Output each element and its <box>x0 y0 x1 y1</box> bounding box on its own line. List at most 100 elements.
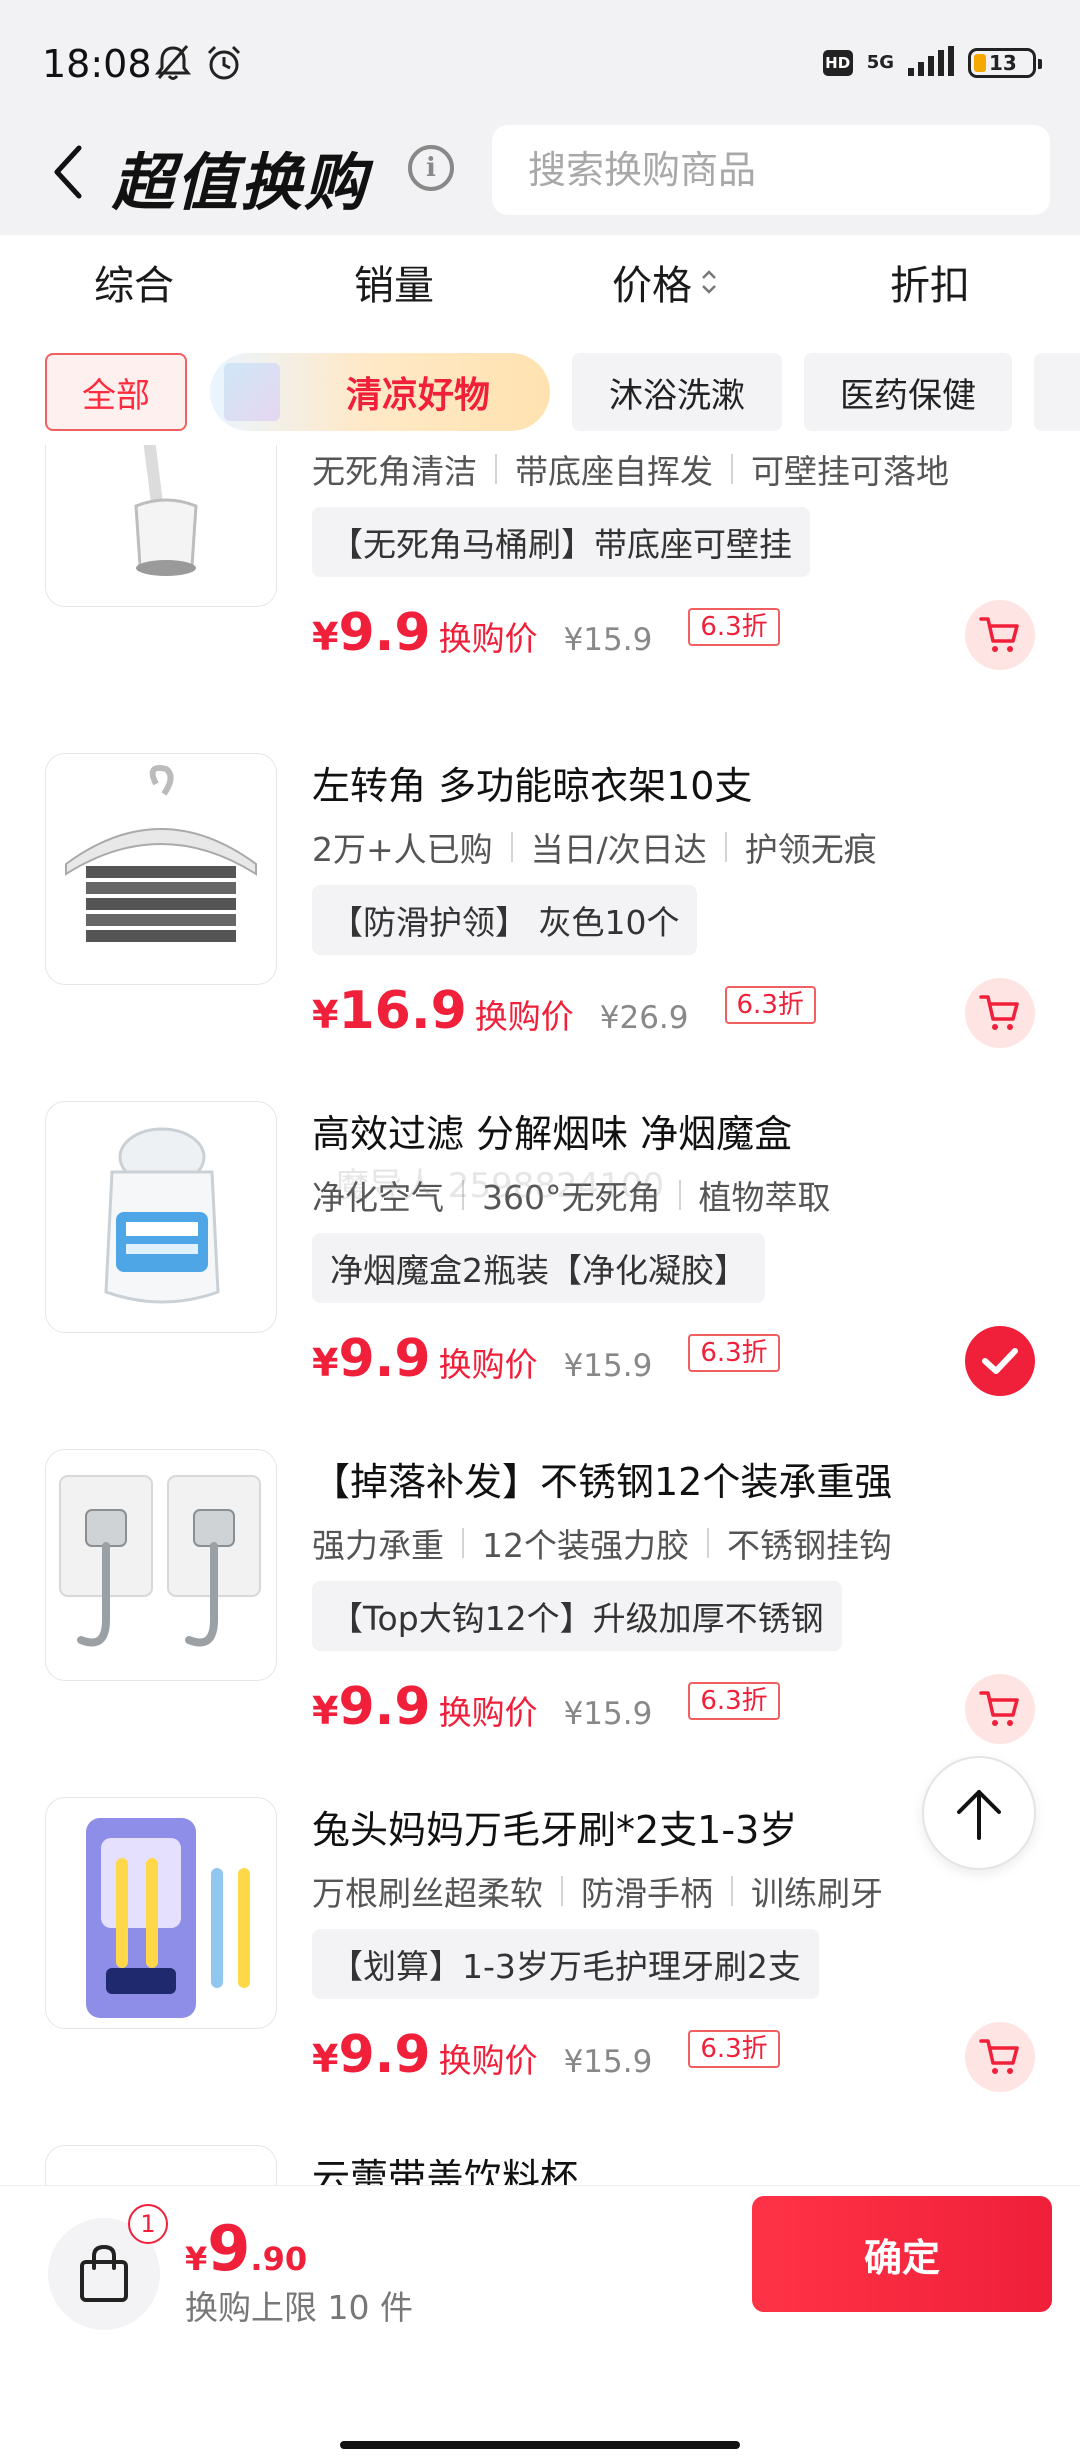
cup-image[interactable] <box>45 2145 277 2185</box>
add-to-cart-button[interactable] <box>965 978 1035 1048</box>
chip-label: 医药保健 <box>840 375 976 416</box>
checkmark-icon <box>982 1348 1018 1374</box>
sort-tab-comprehensive[interactable]: 综合 <box>94 253 174 311</box>
product-variant[interactable]: 【Top大钩12个】升级加厚不锈钢 <box>312 1581 842 1651</box>
price-label: 换购价 <box>438 2041 538 2080</box>
feature-text: 可壁挂可落地 <box>751 452 949 491</box>
currency-symbol: ¥ <box>185 2240 208 2278</box>
network-indicator: 5G <box>867 54 894 72</box>
chip-more[interactable] <box>1034 353 1080 431</box>
feature-text: 当日/次日达 <box>530 830 707 869</box>
header: 超值换购 i <box>0 110 1080 235</box>
product-features: 万根刷丝超柔软 防滑手柄 训练刷牙 <box>312 1867 883 1915</box>
product-title: 【掉落补发】不锈钢12个装承重强 <box>312 1460 893 1504</box>
status-icons-left <box>154 44 243 86</box>
toilet-brush-image[interactable] <box>45 445 277 607</box>
feature-text: 强力承重 <box>312 1526 444 1565</box>
product-variant[interactable]: 【防滑护领】 灰色10个 <box>312 885 698 955</box>
sort-tab-label: 价格 <box>612 263 692 309</box>
product-card[interactable]: 云蕾带盖饮料杯 <box>0 2145 1080 2185</box>
confirm-button[interactable]: 确定 <box>752 2196 1052 2312</box>
product-variant[interactable]: 【划算】1-3岁万毛护理牙刷2支 <box>312 1929 819 1999</box>
alarm-clock-icon <box>205 44 243 86</box>
search-box[interactable] <box>492 125 1050 215</box>
feature-text: 植物萃取 <box>698 1178 831 1217</box>
cart-icon <box>979 2039 1019 2074</box>
product-variant[interactable]: 【无死角马桶刷】带底座可壁挂 <box>312 507 810 577</box>
sort-bar: 综合 销量 价格 折扣 <box>0 235 1080 345</box>
price-label: 换购价 <box>438 619 538 658</box>
chip-health[interactable]: 医药保健 <box>804 353 1012 431</box>
product-price: ¥ 9.9 换购价 ¥15.9 6.3折 <box>312 1677 780 1737</box>
product-card[interactable]: 【掉落补发】不锈钢12个装承重强 强力承重 12个装强力胶 不锈钢挂钩 【Top… <box>0 1449 1080 1797</box>
hd-badge: HD <box>822 50 853 76</box>
total-decimal: .90 <box>250 2240 308 2278</box>
discount-badge: 6.3折 <box>724 986 816 1024</box>
product-price: ¥ 16.9 换购价 ¥26.9 6.3折 <box>312 981 816 1041</box>
toothbrush-image[interactable] <box>45 1797 277 2029</box>
arrow-up-icon <box>957 1790 1001 1840</box>
discount-badge: 6.3折 <box>688 1682 780 1720</box>
feature-text: 万根刷丝超柔软 <box>312 1874 543 1913</box>
add-to-cart-button[interactable] <box>965 2022 1035 2092</box>
sort-tab-label: 销量 <box>354 263 434 309</box>
chip-bath[interactable]: 沐浴洗漱 <box>572 353 782 431</box>
product-card[interactable]: 兔头妈妈万毛牙刷*2支1-3岁 万根刷丝超柔软 防滑手柄 训练刷牙 【划算】1-… <box>0 1797 1080 2145</box>
product-list: 无死角清洁 带底座自挥发 可壁挂可落地 【无死角马桶刷】带底座可壁挂 ¥ 9.9… <box>0 445 1080 2185</box>
chip-label: 全部 <box>82 375 150 416</box>
product-price: ¥ 9.9 换购价 ¥15.9 6.3折 <box>312 2025 780 2085</box>
shopping-bag-icon <box>80 2244 128 2302</box>
feature-text: 带底座自挥发 <box>515 452 713 491</box>
product-features: 无死角清洁 带底座自挥发 可壁挂可落地 <box>312 445 949 493</box>
sort-tab-label: 综合 <box>94 263 174 309</box>
home-indicator[interactable] <box>340 2441 740 2449</box>
clothes-hanger-image[interactable] <box>45 753 277 985</box>
original-price: ¥15.9 <box>563 1348 653 1384</box>
chip-label: 清凉好物 <box>345 375 490 416</box>
scroll-to-top-button[interactable] <box>922 1756 1036 1870</box>
product-card[interactable]: 高效过滤 分解烟味 净烟魔盒 净化空气 360°无死角 植物萃取 净烟魔盒2瓶装… <box>0 1101 1080 1449</box>
add-to-cart-button[interactable] <box>965 1674 1035 1744</box>
add-to-cart-button[interactable] <box>965 600 1035 670</box>
total-integer: 9 <box>207 2212 251 2285</box>
product-variant[interactable]: 净烟魔盒2瓶装【净化凝胶】 <box>312 1233 765 1303</box>
product-title: 兔头妈妈万毛牙刷*2支1-3岁 <box>312 1808 798 1852</box>
product-features: 强力承重 12个装强力胶 不锈钢挂钩 <box>312 1519 892 1567</box>
chip-cool-goods[interactable]: 清凉好物 <box>210 353 550 431</box>
feature-text: 防滑手柄 <box>581 1874 713 1913</box>
discount-badge: 6.3折 <box>688 1334 780 1372</box>
product-title: 左转角 多功能晾衣架10支 <box>312 764 753 808</box>
search-input[interactable] <box>492 125 1050 215</box>
status-icons-right: HD 5G 13 <box>822 46 1042 80</box>
sort-tab-discount[interactable]: 折扣 <box>890 253 970 311</box>
total-price: ¥ 9 .90 <box>185 2212 307 2285</box>
exchange-price: 9.9 <box>338 603 431 663</box>
sort-tab-sales[interactable]: 销量 <box>354 253 434 311</box>
discount-badge: 6.3折 <box>688 608 780 646</box>
page-title: 超值换购 <box>112 146 369 219</box>
product-price: ¥ 9.9 换购价 ¥15.9 6.3折 <box>312 603 780 663</box>
network-type: 5G <box>866 52 894 73</box>
cart-count-badge: 1 <box>128 2204 168 2244</box>
wall-hooks-image[interactable] <box>45 1449 277 1681</box>
selected-check-button[interactable] <box>965 1326 1035 1396</box>
sort-tab-label: 折扣 <box>890 263 970 309</box>
sort-tab-price[interactable]: 价格 <box>612 253 718 311</box>
chip-all[interactable]: 全部 <box>45 353 187 431</box>
chip-label: 沐浴洗漱 <box>609 375 745 416</box>
info-icon[interactable]: i <box>408 145 454 191</box>
back-button[interactable] <box>40 140 96 204</box>
product-card[interactable]: 左转角 多功能晾衣架10支 2万+人已购 当日/次日达 护领无痕 【防滑护领】 … <box>0 753 1080 1101</box>
chip-thumbnail-icon <box>224 363 280 421</box>
air-purifier-gel-image[interactable] <box>45 1101 277 1333</box>
exchange-price: 16.9 <box>338 981 467 1041</box>
feature-text: 12个装强力胶 <box>482 1526 689 1565</box>
yen-symbol: ¥ <box>312 1341 339 1385</box>
price-label: 换购价 <box>474 997 574 1036</box>
product-card[interactable]: 无死角清洁 带底座自挥发 可壁挂可落地 【无死角马桶刷】带底座可壁挂 ¥ 9.9… <box>0 445 1080 723</box>
signal-icon <box>908 46 954 80</box>
discount-badge: 6.3折 <box>688 2030 780 2068</box>
cart-icon <box>979 995 1019 1030</box>
sort-caret-icon <box>700 267 718 297</box>
original-price: ¥15.9 <box>563 622 653 658</box>
